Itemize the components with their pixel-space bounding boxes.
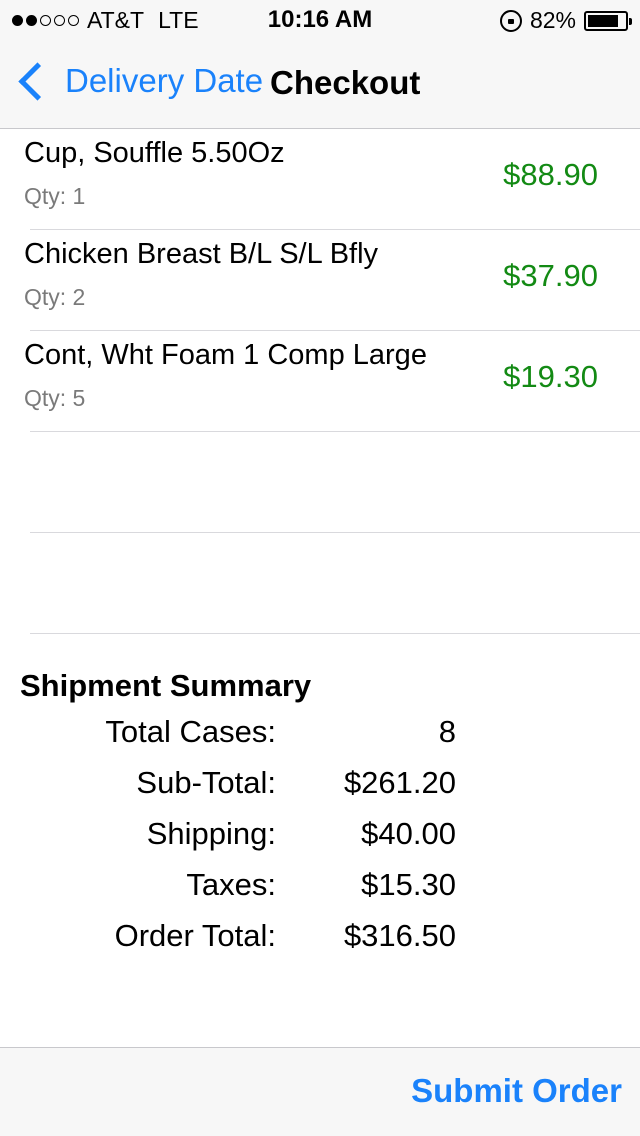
- shipment-summary-heading: Shipment Summary: [20, 668, 312, 703]
- list-item[interactable]: Cont, Wht Foam 1 Comp Large Qty: 5 $19.3…: [24, 331, 640, 432]
- summary-label: Order Total:: [114, 918, 276, 953]
- item-name: Cup, Souffle 5.50Oz: [24, 137, 285, 169]
- summary-row-taxes: Taxes: $15.30: [0, 867, 640, 918]
- summary-value: $40.00: [361, 816, 456, 851]
- item-name: Chicken Breast B/L S/L Bfly: [24, 238, 379, 270]
- item-quantity: Qty: 2: [24, 284, 86, 310]
- summary-value: $261.20: [343, 765, 456, 800]
- battery-fill: [588, 14, 618, 27]
- battery-percent: 82%: [529, 7, 576, 33]
- navigation-bar: Delivery Date Checkout: [0, 40, 640, 128]
- summary-value: $316.50: [343, 918, 456, 953]
- list-item[interactable]: Cup, Souffle 5.50Oz Qty: 1 $88.90: [24, 129, 640, 230]
- status-right: 82%: [499, 7, 632, 34]
- item-price: $37.90: [503, 258, 598, 293]
- summary-row-shipping: Shipping: $40.00: [0, 816, 640, 867]
- empty-list-row: [30, 533, 640, 634]
- rotation-lock-icon: [499, 9, 522, 32]
- chevron-left-icon: [18, 61, 57, 101]
- summary-label: Sub-Total:: [136, 765, 276, 800]
- summary-label: Shipping:: [146, 816, 276, 851]
- summary-label: Total Cases:: [105, 714, 276, 749]
- status-bar: AT&T LTE 10:16 AM 82%: [0, 0, 640, 40]
- item-name: Cont, Wht Foam 1 Comp Large: [24, 339, 427, 371]
- item-quantity: Qty: 1: [24, 183, 86, 209]
- submit-order-button[interactable]: Submit Order: [411, 1072, 622, 1110]
- back-button[interactable]: Delivery Date: [14, 61, 264, 101]
- summary-value: $15.30: [361, 867, 456, 902]
- summary-value: 8: [438, 714, 456, 749]
- page-title: Checkout: [270, 64, 421, 101]
- checkout-screen: AT&T LTE 10:16 AM 82% Delivery Date Chec…: [0, 0, 640, 1136]
- shipment-summary: Total Cases: 8 Sub-Total: $261.20 Shippi…: [0, 714, 640, 969]
- item-price: $88.90: [503, 157, 598, 192]
- back-button-label: Delivery Date: [65, 62, 264, 99]
- bottom-toolbar: Submit Order: [0, 1047, 640, 1136]
- list-item[interactable]: Chicken Breast B/L S/L Bfly Qty: 2 $37.9…: [24, 230, 640, 331]
- battery-icon: [584, 10, 632, 31]
- item-quantity: Qty: 5: [24, 385, 86, 411]
- order-items-list: Cup, Souffle 5.50Oz Qty: 1 $88.90 Chicke…: [0, 129, 640, 634]
- top-bar: AT&T LTE 10:16 AM 82% Delivery Date Chec…: [0, 0, 640, 129]
- empty-list-row: [30, 432, 640, 533]
- summary-label: Taxes:: [186, 867, 276, 902]
- summary-row-total-cases: Total Cases: 8: [0, 714, 640, 765]
- item-price: $19.30: [503, 359, 598, 394]
- summary-row-order-total: Order Total: $316.50: [0, 918, 640, 969]
- summary-row-subtotal: Sub-Total: $261.20: [0, 765, 640, 816]
